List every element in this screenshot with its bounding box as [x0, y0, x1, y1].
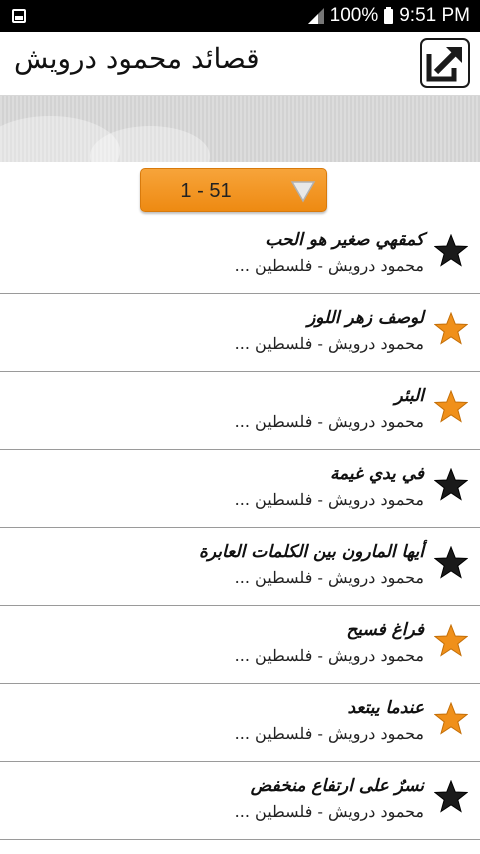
- star-icon[interactable]: [434, 234, 468, 268]
- star-icon[interactable]: [434, 624, 468, 658]
- list-item[interactable]: فراغ فسيح محمود درويش - فلسطين ...: [0, 606, 480, 684]
- clock: 9:51 PM: [399, 5, 470, 26]
- poem-list: كمقهي صغير هو الحب محمود درويش - فلسطين …: [0, 216, 480, 840]
- poem-subtitle: محمود درويش - فلسطين ...: [234, 568, 424, 587]
- app-header: قصائد محمود درويش: [0, 32, 480, 96]
- banner-image: [0, 96, 480, 162]
- poem-subtitle: محمود درويش - فلسطين ...: [234, 490, 424, 509]
- poem-title: البئر: [394, 386, 424, 406]
- list-item[interactable]: نسرٌ على ارتفاع منخفض محمود درويش - فلسط…: [0, 762, 480, 840]
- list-item[interactable]: كمقهي صغير هو الحب محمود درويش - فلسطين …: [0, 216, 480, 294]
- star-icon[interactable]: [434, 780, 468, 814]
- star-icon[interactable]: [434, 468, 468, 502]
- poem-subtitle: محمود درويش - فلسطين ...: [234, 256, 424, 275]
- signal-icon: [307, 8, 324, 24]
- share-button[interactable]: [420, 38, 470, 88]
- star-icon[interactable]: [434, 546, 468, 580]
- list-item[interactable]: لوصف زهر اللوز محمود درويش - فلسطين ...: [0, 294, 480, 372]
- list-item[interactable]: أيها المارون بين الكلمات العابرة محمود د…: [0, 528, 480, 606]
- poem-subtitle: محمود درويش - فلسطين ...: [234, 724, 424, 743]
- poem-title: في يدي غيمة: [329, 464, 424, 484]
- poem-subtitle: محمود درويش - فلسطين ...: [234, 802, 424, 821]
- poem-title: نسرٌ على ارتفاع منخفض: [250, 776, 424, 796]
- star-icon[interactable]: [434, 390, 468, 424]
- poem-title: عندما يبتعد: [347, 698, 424, 718]
- battery-icon: [384, 6, 394, 24]
- poem-title: كمقهي صغير هو الحب: [265, 230, 424, 250]
- battery-percent: 100%: [329, 5, 379, 26]
- poem-subtitle: محمود درويش - فلسطين ...: [234, 412, 424, 431]
- dropdown-triangle-icon: [290, 179, 316, 203]
- star-icon[interactable]: [434, 702, 468, 736]
- gallery-icon: [12, 9, 26, 23]
- poem-subtitle: محمود درويش - فلسطين ...: [234, 334, 424, 353]
- poem-title: فراغ فسيح: [346, 620, 424, 640]
- list-item[interactable]: البئر محمود درويش - فلسطين ...: [0, 372, 480, 450]
- status-left: [12, 9, 26, 23]
- poem-title: لوصف زهر اللوز: [307, 308, 424, 328]
- list-item[interactable]: عندما يبتعد محمود درويش - فلسطين ...: [0, 684, 480, 762]
- share-icon: [420, 38, 470, 88]
- star-icon[interactable]: [434, 312, 468, 346]
- range-label: 1 - 51: [180, 180, 232, 202]
- list-item[interactable]: في يدي غيمة محمود درويش - فلسطين ...: [0, 450, 480, 528]
- status-right: 100% 9:51 PM: [307, 5, 470, 27]
- poem-title: أيها المارون بين الكلمات العابرة: [199, 542, 424, 562]
- page-title: قصائد محمود درويش: [14, 42, 260, 75]
- range-dropdown[interactable]: 1 - 51: [140, 168, 327, 212]
- poem-subtitle: محمود درويش - فلسطين ...: [234, 646, 424, 665]
- status-bar: 100% 9:51 PM: [0, 0, 480, 32]
